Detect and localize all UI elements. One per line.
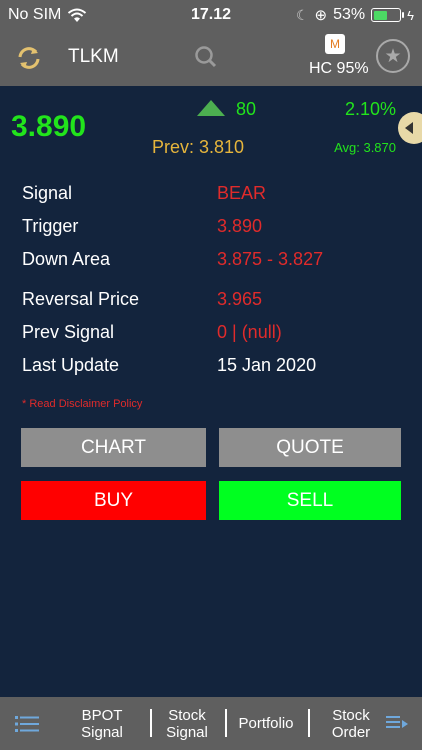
info-label: Down Area xyxy=(22,249,111,269)
up-arrow-icon xyxy=(197,100,225,116)
status-right: ☾ ⊕ 53% ϟ xyxy=(296,6,414,24)
tab-divider xyxy=(150,709,152,737)
battery-percent: 53% xyxy=(333,6,366,23)
info-row-last-update: Last Update 15 Jan 2020 xyxy=(22,355,402,379)
menu-button[interactable] xyxy=(8,697,46,750)
battery-icon xyxy=(371,8,405,22)
stock-code-title: TLKM xyxy=(68,46,119,67)
tab-portfolio[interactable]: Portfolio xyxy=(229,697,303,750)
chart-button[interactable]: CHART xyxy=(21,428,206,467)
status-bar: No SIM 17.12 ☾ ⊕ 53% ϟ xyxy=(0,0,422,30)
refresh-icon[interactable] xyxy=(14,43,44,73)
info-value: 0 | (null) xyxy=(217,322,282,342)
info-row-reversal-price: Reversal Price 3.965 xyxy=(22,289,402,313)
info-value: 3.875 - 3.827 xyxy=(217,249,324,269)
tab-stock-order[interactable]: Stock Order xyxy=(324,697,378,750)
info-row-signal: Signal BEAR xyxy=(22,183,402,207)
buy-button[interactable]: BUY xyxy=(21,481,206,520)
tab-stock-signal[interactable]: Stock Signal xyxy=(154,697,220,750)
search-icon[interactable] xyxy=(192,43,220,71)
info-row-prev-signal: Prev Signal 0 | (null) xyxy=(22,322,402,346)
order-icon xyxy=(386,715,408,728)
rotation-lock-icon: ⊕ xyxy=(314,7,328,24)
hc-text: HC 95% xyxy=(309,60,369,77)
info-value: BEAR xyxy=(217,183,267,203)
side-panel-toggle[interactable] xyxy=(398,112,422,144)
average-price: Avg: 3.870 xyxy=(334,140,396,155)
tab-divider xyxy=(225,709,227,737)
star-icon: ★ xyxy=(384,45,402,67)
info-label: Trigger xyxy=(22,216,79,236)
last-price: 3.890 xyxy=(11,110,87,143)
quote-button[interactable]: QUOTE xyxy=(219,428,401,467)
list-icon xyxy=(15,715,39,732)
info-label: Reversal Price xyxy=(22,289,140,309)
order-list-button[interactable] xyxy=(380,697,414,750)
tab-bpot-signal[interactable]: BPOT Signal xyxy=(66,697,138,750)
price-change-percent: 2.10% xyxy=(344,99,396,119)
nav-bar: TLKM M HC 95% ★ xyxy=(0,30,422,86)
info-value: 3.890 xyxy=(217,216,263,236)
info-row-down-area: Down Area 3.875 - 3.827 xyxy=(22,249,402,273)
bottom-tab-bar: BPOT Signal Stock Signal Portfolio Stock… xyxy=(0,697,422,750)
moon-icon: ☾ xyxy=(295,6,309,23)
info-label: Prev Signal xyxy=(22,322,115,342)
info-value: 15 Jan 2020 xyxy=(217,355,317,375)
disclaimer-link[interactable]: * Read Disclaimer Policy xyxy=(22,398,142,410)
info-label: Last Update xyxy=(22,355,120,375)
info-value: 3.965 xyxy=(217,289,263,309)
info-label: Signal xyxy=(22,183,73,203)
tab-divider xyxy=(308,709,310,737)
hc-badge: M xyxy=(325,34,345,54)
charging-icon: ϟ xyxy=(407,7,414,23)
sell-button[interactable]: SELL xyxy=(219,481,401,520)
info-row-trigger: Trigger 3.890 xyxy=(22,216,402,240)
previous-close: Prev: 3.810 xyxy=(152,137,245,157)
favorite-button[interactable]: ★ xyxy=(376,39,410,73)
price-change: 80 xyxy=(236,99,257,119)
